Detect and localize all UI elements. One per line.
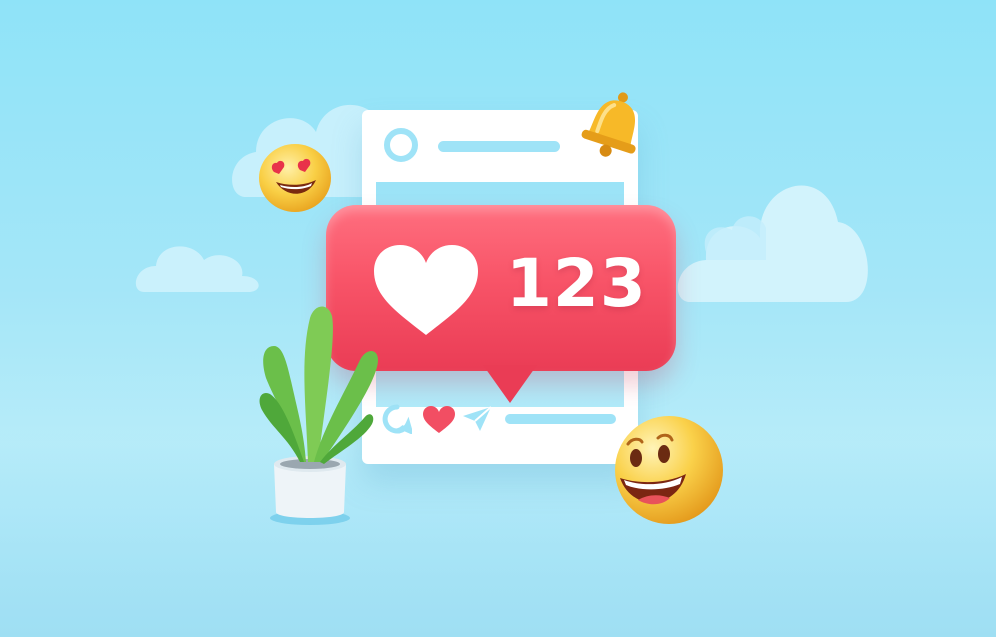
heart-eyes-emoji (259, 144, 331, 212)
heart-icon (374, 245, 478, 335)
avatar (384, 128, 418, 162)
cloud-left-small (135, 246, 259, 292)
like-count: 123 (506, 245, 647, 322)
scene: 123 (0, 0, 996, 637)
caption-placeholder (505, 414, 616, 424)
potted-plant (259, 306, 378, 525)
grinning-emoji (615, 416, 723, 524)
send-icon[interactable] (462, 406, 492, 432)
cloud-right (677, 185, 868, 302)
username-placeholder (438, 141, 560, 152)
bubble-tail (483, 365, 537, 403)
heart-icon[interactable] (422, 406, 456, 434)
bell-icon (581, 92, 636, 157)
